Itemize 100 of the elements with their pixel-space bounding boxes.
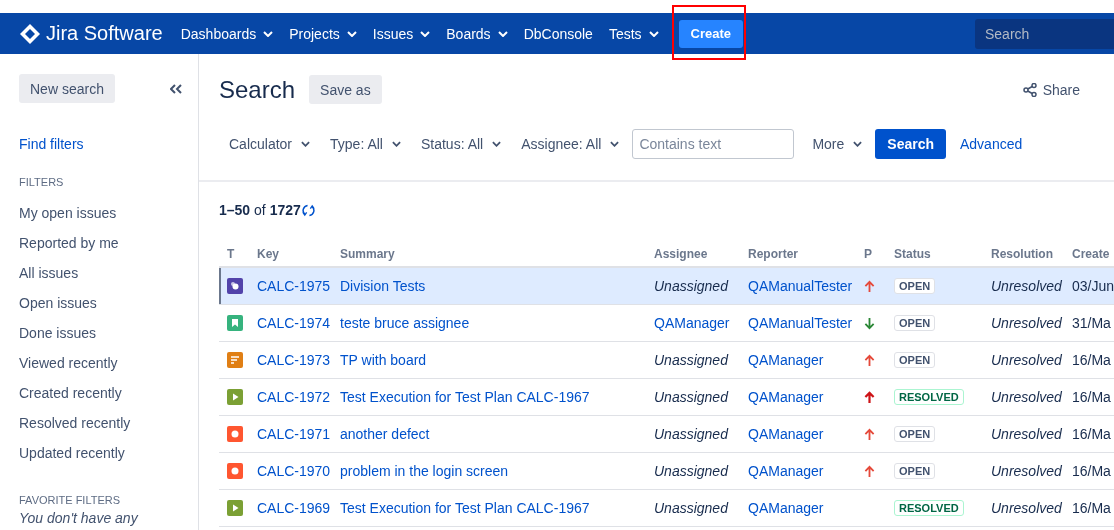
filter-item[interactable]: All issues [19,258,79,288]
column-header[interactable]: T [219,247,257,261]
column-header[interactable]: Status [894,247,991,261]
issue-summary-link[interactable]: TP with board [340,352,654,368]
nav-menu-item[interactable]: DbConsole [515,18,601,49]
reporter-link[interactable]: QAManager [748,463,864,479]
issue-summary-link[interactable]: teste bruce assignee [340,315,654,331]
issue-row[interactable]: CALC-1971 another defect Unassigned QAManager OPEN Unresolved 16/Ma [219,416,1114,453]
resolution-text: Unresolved [991,278,1063,294]
filter-item[interactable]: My open issues [19,198,117,228]
share-icon [1022,82,1037,97]
issue-key-link[interactable]: CALC-1974 [257,315,340,331]
column-header[interactable]: Reporter [748,247,864,261]
column-header[interactable]: Assignee [654,247,748,261]
save-as-button[interactable]: Save as [309,75,382,104]
collapse-icon[interactable] [170,83,182,94]
filter-item[interactable]: Done issues [19,318,97,348]
filter-item[interactable]: Resolved recently [19,408,131,438]
find-filters-link[interactable]: Find filters [19,136,84,152]
status-lozenge: RESOLVED [894,389,964,405]
nav-menu-item[interactable]: Tests [600,18,667,49]
resolution-text: Unresolved [991,352,1063,368]
chevron-down-icon [420,30,431,37]
created-date: 16/Ma [1072,352,1112,368]
issue-summary-link[interactable]: Test Execution for Test Plan CALC-1967 [340,389,654,405]
issue-row[interactable]: CALC-1969 Test Execution for Test Plan CALC-1967 Unassigned QAManager RESOLVED Unresolved 16/Ma [219,490,1114,527]
created-date: 16/Ma [1072,463,1112,479]
search-field[interactable]: Search [975,18,1114,49]
chevron-down-icon [497,30,508,37]
product-name[interactable]: Jira Software [46,22,163,45]
chevron-down-icon [853,141,863,147]
column-header[interactable]: Resolution [991,247,1072,261]
status-lozenge: OPEN [894,315,936,331]
created-date: 03/Jun [1072,278,1114,294]
new-search-button[interactable]: New search [19,74,115,103]
status-lozenge: OPEN [894,352,936,368]
issue-key-link[interactable]: CALC-1973 [257,352,340,368]
share-button[interactable]: Share [1016,80,1086,99]
filter-dropdown[interactable]: Type: All [320,129,411,159]
text-filter-field[interactable]: Contains text [632,129,795,159]
refresh-icon[interactable] [301,203,315,217]
search-button[interactable]: Search [875,129,946,159]
chevron-down-icon [301,141,311,147]
issue-key-link[interactable]: CALC-1972 [257,389,340,405]
issue-row[interactable]: CALC-1974 teste bruce assignee QAManager QAManualTester OPEN Unresolved 31/Ma [219,305,1114,342]
assignee-text: Unassigned [654,278,730,294]
column-header[interactable]: Create [1072,247,1114,261]
filter-item[interactable]: Open issues [19,288,97,318]
issue-key-link[interactable]: CALC-1971 [257,426,340,442]
create-button[interactable]: Create [678,19,744,48]
assignee-text: Unassigned [654,389,730,405]
empty-favorites-note: You don't have any [19,510,138,526]
chevron-down-icon [492,141,502,147]
resolution-text: Unresolved [991,315,1063,331]
advanced-link[interactable]: Advanced [960,136,1023,152]
column-header[interactable]: Key [257,247,340,261]
created-date: 16/Ma [1072,426,1112,442]
issue-row[interactable]: CALC-1975 Division Tests Unassigned QAManualTester OPEN Unresolved 03/Jun [219,268,1114,305]
reporter-link[interactable]: QAManualTester [748,315,864,331]
filter-item[interactable]: Viewed recently [19,348,118,378]
issue-key-link[interactable]: CALC-1975 [257,278,340,294]
status-lozenge: OPEN [894,278,936,294]
created-date: 16/Ma [1072,389,1112,405]
nav-menu-item[interactable]: Issues [364,18,439,49]
issue-summary-link[interactable]: Test Execution for Test Plan CALC-1967 [340,500,654,516]
created-date: 31/Ma [1072,315,1112,331]
assignee-link[interactable]: QAManager [654,315,748,331]
issue-key-link[interactable]: CALC-1969 [257,500,340,516]
filter-dropdown[interactable]: Status: All [410,129,512,159]
issue-summary-link[interactable]: problem in the login screen [340,463,654,479]
issue-row[interactable]: CALC-1973 TP with board Unassigned QAManager OPEN Unresolved 16/Ma [219,342,1114,379]
issue-key-link[interactable]: CALC-1970 [257,463,340,479]
reporter-link[interactable]: QAManager [748,500,864,516]
section-heading: FAVORITE FILTERS [19,494,121,506]
chevron-down-icon [263,30,274,37]
nav-menu-item[interactable]: Dashboards [172,18,282,49]
issue-row[interactable]: CALC-1970 problem in the login screen Unassigned QAManager OPEN Unresolved 16/Ma [219,453,1114,490]
reporter-link[interactable]: QAManualTester [748,278,864,294]
filter-item[interactable]: Reported by me [19,228,119,258]
chevron-down-icon [610,141,620,147]
reporter-link[interactable]: QAManager [748,389,864,405]
more-dropdown[interactable]: More [802,129,873,159]
filter-item[interactable]: Updated recently [19,438,125,468]
section-heading: FILTERS [19,176,64,188]
filter-dropdown[interactable]: Calculator [219,129,321,159]
column-header[interactable]: Summary [340,247,654,261]
status-lozenge: OPEN [894,426,936,442]
reporter-link[interactable]: QAManager [748,352,864,368]
issue-summary-link[interactable]: Division Tests [340,278,654,294]
reporter-link[interactable]: QAManager [748,426,864,442]
assignee-text: Unassigned [654,500,730,516]
nav-menu-item[interactable]: Boards [438,18,516,49]
filter-dropdown[interactable]: Assignee: All [511,129,630,159]
issue-row[interactable]: CALC-1972 Test Execution for Test Plan CALC-1967 Unassigned QAManager RESOLVED Unresolved 16/Ma [219,379,1114,416]
status-lozenge: OPEN [894,463,936,479]
assignee-text: Unassigned [654,426,730,442]
issue-summary-link[interactable]: another defect [340,426,654,442]
filter-item[interactable]: Created recently [19,378,122,408]
nav-menu-item[interactable]: Projects [281,18,365,49]
column-header[interactable]: P [864,247,894,261]
